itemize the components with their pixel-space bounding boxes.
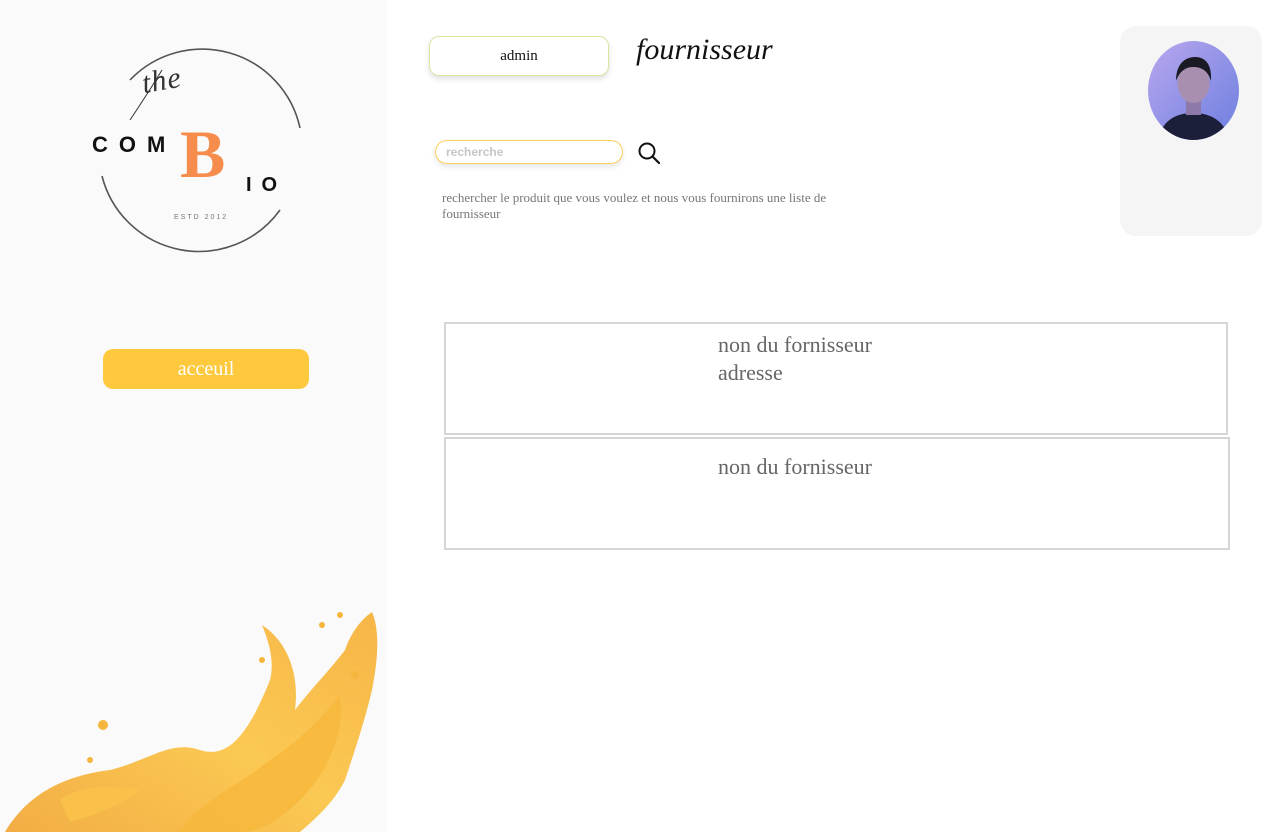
supplier-card[interactable]: non du fornisseur adresse	[444, 322, 1228, 435]
juice-splash-image	[5, 612, 378, 832]
nav-home-button[interactable]: acceuil	[103, 349, 309, 389]
sidebar: the COM B IO ESTD 2012 acceuil	[0, 0, 387, 832]
logo-com-text: COM	[92, 132, 177, 157]
logo-estd-text: ESTD 2012	[174, 214, 229, 221]
search-icon	[638, 142, 661, 165]
supplier-address: adresse	[718, 360, 783, 385]
user-role-label: admin	[429, 36, 609, 76]
brand-logo: the COM B IO ESTD 2012	[80, 40, 320, 270]
search-input[interactable]	[435, 140, 623, 164]
logo-io-text: IO	[246, 174, 288, 196]
supplier-name: non du fornisseur	[718, 454, 872, 479]
supplier-name: non du fornisseur	[718, 332, 872, 357]
page-title: fournisseur	[636, 33, 773, 66]
search-button[interactable]	[636, 140, 662, 166]
search-hint: rechercher le produit que vous voulez et…	[442, 190, 827, 221]
logo-the-text: the	[139, 60, 185, 101]
logo-b-letter: B	[180, 116, 226, 192]
supplier-card[interactable]: non du fornisseur	[444, 437, 1230, 550]
user-avatar[interactable]	[1148, 41, 1239, 140]
avatar-icon	[1148, 41, 1239, 140]
profile-card	[1120, 26, 1262, 236]
